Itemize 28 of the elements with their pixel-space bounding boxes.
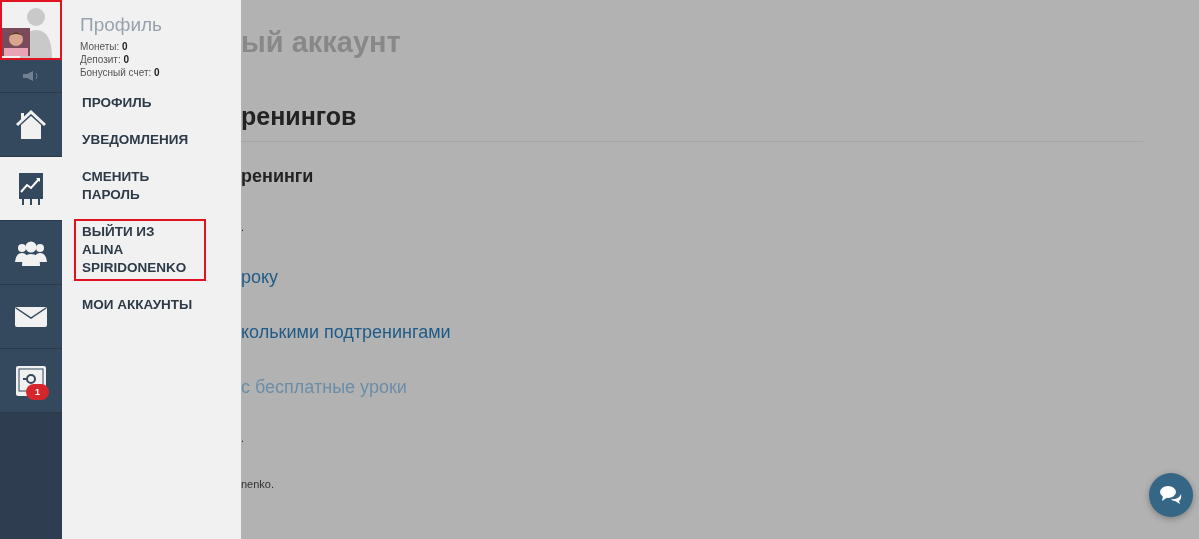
menu-item[interactable]: ПРОФИЛЬ	[74, 90, 160, 116]
section-heading: ренингов	[241, 94, 1143, 142]
profile-title: Профиль	[80, 14, 164, 36]
nav-item[interactable]	[0, 221, 62, 285]
chart-board-icon[interactable]	[18, 171, 44, 206]
speaker-icon	[21, 70, 41, 82]
note-text: .	[241, 221, 246, 233]
nav-item[interactable]	[0, 285, 62, 349]
account-stat: Депозит: 0	[80, 53, 131, 66]
note-text: .	[241, 432, 246, 444]
account-stat: Бонусный счет: 0	[80, 66, 161, 79]
nav-item[interactable]	[0, 157, 62, 221]
users-icon[interactable]	[15, 239, 47, 266]
home-icon[interactable]	[15, 109, 47, 140]
menu-item[interactable]: УВЕДОМЛЕНИЯ	[74, 127, 197, 153]
menu-item[interactable]: СМЕНИТЬ ПАРОЛЬ	[74, 164, 206, 208]
subheading: ренинги	[241, 166, 315, 187]
avatar[interactable]	[0, 0, 62, 60]
notification-badge: 1	[26, 384, 49, 400]
menu-item[interactable]: ВЫЙТИ ИЗ ALINA SPIRIDONENKO	[74, 219, 206, 281]
mail-icon[interactable]	[15, 306, 47, 327]
note-text: nenko.	[241, 478, 276, 490]
menu-item[interactable]: МОИ АККАУНТЫ	[74, 292, 201, 318]
account-stat: Монеты: 0	[80, 40, 129, 53]
chat-button[interactable]	[1149, 473, 1193, 517]
nav-item[interactable]: 1	[0, 349, 62, 413]
nav-item[interactable]	[0, 93, 62, 157]
chat-icon	[1159, 485, 1183, 505]
